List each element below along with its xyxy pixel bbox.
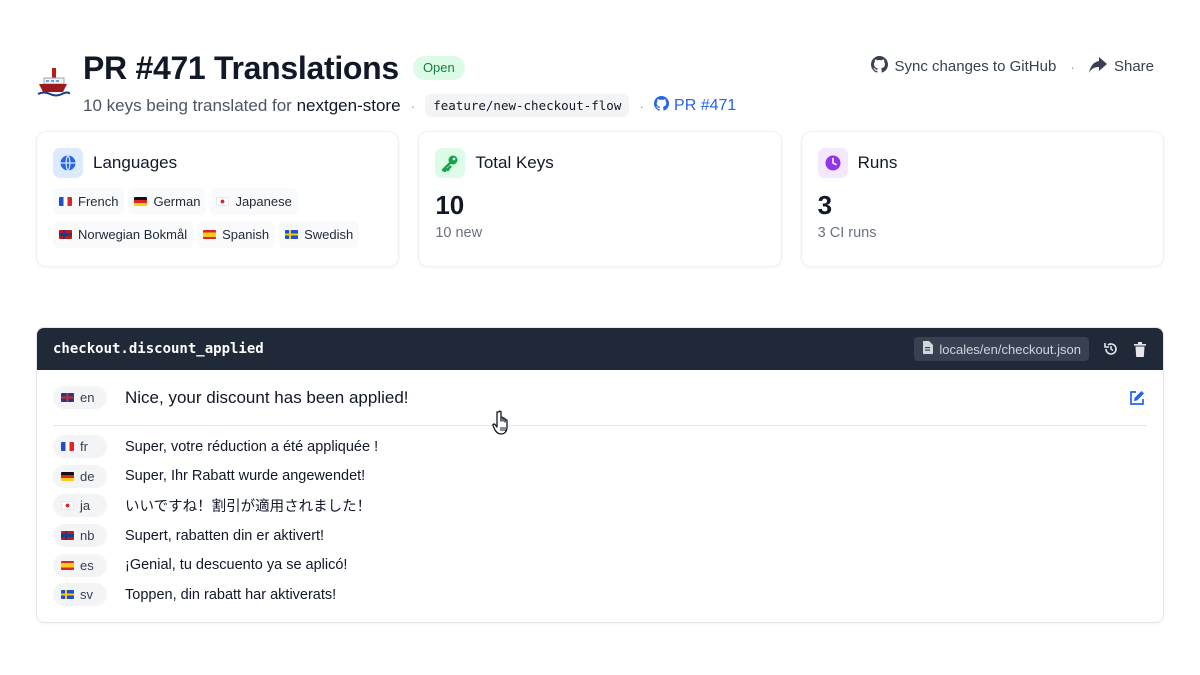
- translation-text: ¡Genial, tu descuento ya se aplicó!: [125, 557, 348, 574]
- translation-row-fr[interactable]: fr Super, votre réduction a été appliqué…: [53, 432, 1147, 462]
- flag-es-icon: [61, 560, 74, 570]
- clock-icon: [817, 148, 848, 178]
- globe-icon: [53, 148, 83, 178]
- lang-pill-de: de: [53, 464, 107, 488]
- translation-text: Super, Ihr Rabatt wurde angewendet!: [125, 468, 366, 485]
- flag-se-icon: [285, 230, 299, 239]
- total-keys-card: Total Keys 10 10 new: [418, 131, 782, 267]
- flag-no-icon: [59, 230, 72, 239]
- share-button[interactable]: Share: [1088, 56, 1154, 77]
- key-icon: [435, 148, 466, 178]
- lang-pill-fr: fr: [53, 435, 107, 459]
- ship-icon: [36, 66, 71, 100]
- lang-pill-es: es: [53, 553, 107, 577]
- language-label: Swedish: [304, 227, 354, 242]
- translations-list: fr Super, votre réduction a été appliqué…: [53, 432, 1147, 610]
- runs-detail: 3 CI runs: [817, 225, 877, 241]
- key-header-bar: checkout.discount_applied locales/en/che…: [37, 328, 1163, 370]
- flag-gb-icon: [61, 393, 74, 402]
- runs-title: Runs: [857, 153, 898, 172]
- flag-no-icon: [61, 531, 74, 541]
- language-tag-swedish: Swedish: [279, 221, 360, 248]
- lang-code: ja: [80, 498, 91, 514]
- translation-key-panel: checkout.discount_applied locales/en/che…: [36, 327, 1164, 623]
- flag-fr-icon: [59, 197, 72, 206]
- flag-de-icon: [61, 471, 74, 481]
- language-tag-japanese: Japanese: [210, 188, 298, 215]
- total-keys-title: Total Keys: [475, 153, 554, 172]
- lang-code: fr: [80, 439, 88, 455]
- flag-fr-icon: [61, 442, 74, 452]
- total-keys-detail: 10 new: [435, 225, 483, 241]
- lang-code: de: [80, 468, 95, 484]
- file-icon: [922, 341, 934, 357]
- file-path: locales/en/checkout.json: [939, 341, 1081, 357]
- separator: ·: [410, 97, 416, 114]
- lang-code: sv: [80, 587, 93, 603]
- share-label: Share: [1113, 58, 1154, 75]
- page-title: PR #471 Translations: [83, 50, 399, 86]
- language-label: German: [153, 194, 201, 209]
- branch-name: feature/new-checkout-flow: [425, 94, 630, 117]
- pr-link-label: PR #471: [674, 96, 737, 114]
- language-label: French: [78, 194, 119, 209]
- translation-text: Super, votre réduction a été appliquée !: [125, 438, 379, 455]
- translation-row-nb[interactable]: nb Supert, rabatten din er aktivert!: [53, 521, 1147, 551]
- language-label: Spanish: [222, 227, 270, 242]
- flag-es-icon: [203, 230, 217, 239]
- translation-row-sv[interactable]: sv Toppen, din rabatt har aktiverats!: [53, 580, 1147, 610]
- translation-row-es[interactable]: es ¡Genial, tu descuento ya se aplicó!: [53, 550, 1147, 580]
- language-tag-norwegian: Norwegian Bokmål: [53, 221, 194, 248]
- lang-pill-nb: nb: [53, 524, 107, 548]
- language-label: Japanese: [235, 194, 292, 209]
- edit-icon[interactable]: [1129, 390, 1145, 411]
- translation-text: Supert, rabatten din er aktivert!: [125, 527, 325, 544]
- lang-code: en: [80, 390, 95, 405]
- flag-jp-icon: [61, 501, 74, 511]
- flag-jp-icon: [216, 197, 230, 206]
- language-tag-french: French: [53, 188, 125, 215]
- flag-se-icon: [61, 590, 74, 600]
- translation-text: Toppen, din rabatt har aktiverats!: [125, 586, 337, 603]
- source-text: Nice, your discount has been applied!: [125, 387, 409, 407]
- lang-code: es: [80, 557, 94, 573]
- lang-code: nb: [80, 528, 95, 544]
- subtitle: 10 keys being translated for nextgen-sto…: [83, 94, 736, 117]
- page-header: PR #471 Translations Open 10 keys being …: [36, 48, 1164, 118]
- flag-de-icon: [134, 197, 148, 206]
- separator: ·: [639, 97, 645, 114]
- repo-name: nextgen-store: [296, 95, 401, 115]
- hand-pointer-icon: [490, 410, 512, 436]
- language-tag-german: German: [128, 188, 207, 215]
- total-keys-value: 10: [435, 190, 465, 220]
- language-tag-spanish: Spanish: [197, 221, 276, 248]
- source-string-row[interactable]: en Nice, your discount has been applied!: [53, 370, 1147, 426]
- file-path-chip[interactable]: locales/en/checkout.json: [914, 337, 1089, 361]
- github-icon: [654, 95, 670, 116]
- sync-label: Sync changes to GitHub: [894, 58, 1057, 75]
- separator: ·: [1070, 58, 1075, 75]
- trash-icon[interactable]: [1133, 341, 1147, 357]
- language-label: Norwegian Bokmål: [78, 227, 188, 242]
- lang-pill-sv: sv: [53, 583, 107, 607]
- github-icon: [870, 56, 888, 77]
- languages-card: Languages French German Japanese Norwegi…: [36, 131, 400, 267]
- translation-text: いいですね！割引が適用されました！: [125, 499, 372, 516]
- share-arrow-icon: [1088, 56, 1107, 77]
- history-icon[interactable]: [1103, 341, 1119, 357]
- translation-row-ja[interactable]: ja いいですね！割引が適用されました！: [53, 491, 1147, 521]
- lang-pill-en: en: [53, 386, 107, 409]
- sync-github-button[interactable]: Sync changes to GitHub: [870, 56, 1057, 77]
- translation-row-de[interactable]: de Super, Ihr Rabatt wurde angewendet!: [53, 462, 1147, 492]
- pr-link[interactable]: PR #471: [654, 95, 737, 116]
- runs-card: Runs 3 3 CI runs: [800, 131, 1164, 267]
- lang-pill-ja: ja: [53, 494, 107, 518]
- subtitle-prefix: 10 keys being translated for: [83, 95, 292, 115]
- runs-value: 3: [817, 190, 833, 220]
- status-badge: Open: [412, 56, 465, 80]
- key-name: checkout.discount_applied: [53, 341, 264, 357]
- languages-title: Languages: [93, 153, 178, 172]
